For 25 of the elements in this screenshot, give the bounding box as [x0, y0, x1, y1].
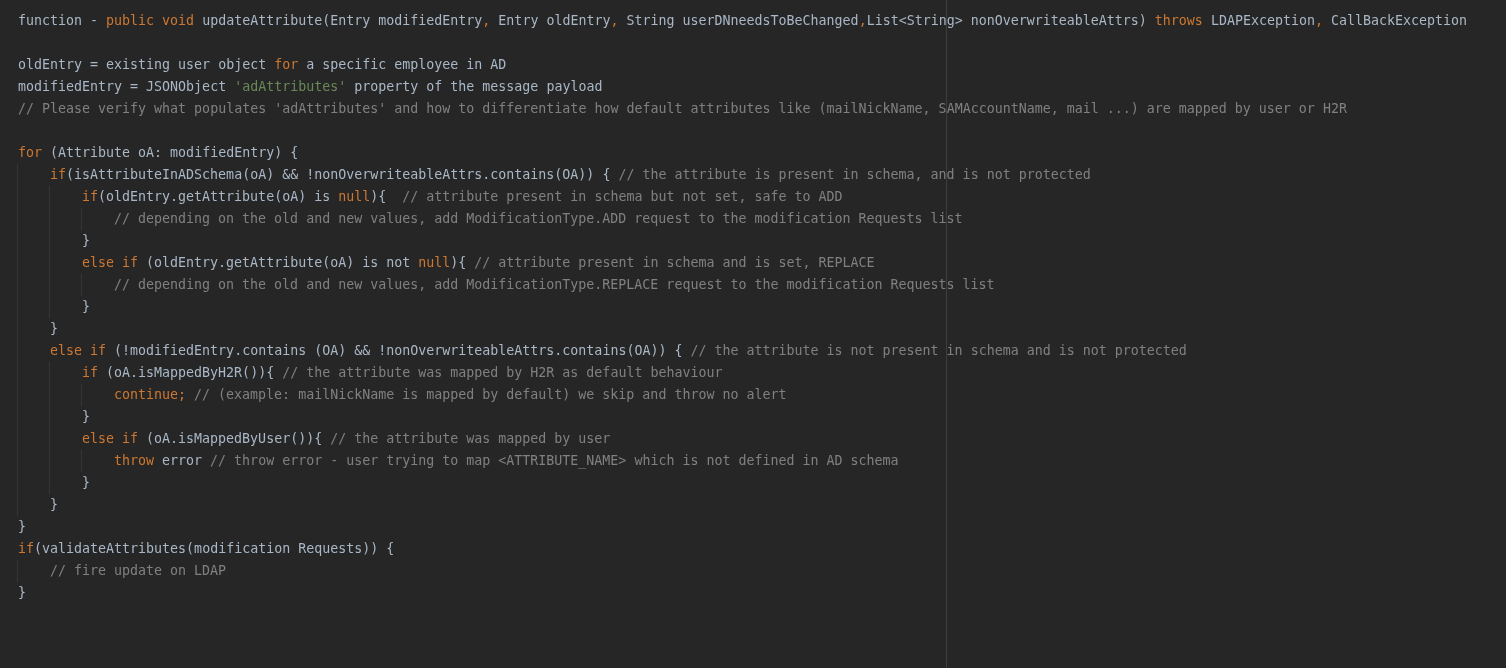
code-line: // depending on the old and new values, add ModificationType.REPLACE request to the modification Requests list [114, 276, 995, 294]
code-line: if(oldEntry.getAttribute(oA) is null){ // attribute present in schema but not set, safe to ADD [82, 188, 843, 206]
code-line: // fire update on LDAP [50, 562, 227, 580]
code-line: } [82, 408, 90, 426]
code-line: if(validateAttributes(modification Requests)) { [18, 540, 395, 558]
code-line: else if (oldEntry.getAttribute(oA) is not null){ // attribute present in schema and is set, REPLACE [82, 254, 875, 272]
code-line: continue; // (example: mailNickName is mapped by default) we skip and throw no alert [114, 386, 787, 404]
code-line: function - public void updateAttribute(Entry modifiedEntry, Entry oldEntry, String userDNneedsToBeChanged,List<String> nonOverwriteableAttrs) throws LDAPException, CallBackException [18, 12, 1468, 30]
code-line: else if (!modifiedEntry.contains (OA) && !nonOverwriteableAttrs.contains(OA)) { // the attribute is not present in schema and is not protected [50, 342, 1187, 360]
code-line: if (oA.isMappedByH2R()){ // the attribute was mapped by H2R as default behaviour [82, 364, 723, 382]
code-line: } [82, 298, 90, 316]
code-line: } [50, 320, 58, 338]
code-line: } [50, 496, 58, 514]
code-line: } [82, 232, 90, 250]
code-line: for (Attribute oA: modifiedEntry) { [18, 144, 299, 162]
code-line: } [18, 584, 26, 602]
code-line: if(isAttributeInADSchema(oA) && !nonOverwriteableAttrs.contains(OA)) { // the attribute is present in schema, and is not protected [50, 166, 1091, 184]
code-line: // Please verify what populates 'adAttributes' and how to differentiate how default attributes like (mailNickName, SAMAccountName, mail ...) are mapped by user or H2R [18, 100, 1347, 118]
code-line: } [82, 474, 90, 492]
code-line: modifiedEntry = JSONObject 'adAttributes' property of the message payload [18, 78, 603, 96]
code-line: throw error // throw error - user trying to map <ATTRIBUTE_NAME> which is not defined in AD schema [114, 452, 899, 471]
code-line: } [18, 518, 26, 536]
code-line: else if (oA.isMappedByUser()){ // the attribute was mapped by user [82, 430, 611, 448]
code-line: // depending on the old and new values, add ModificationType.ADD request to the modification Requests list [114, 210, 963, 228]
code-line: oldEntry = existing user object for a specific employee in AD [18, 56, 507, 74]
